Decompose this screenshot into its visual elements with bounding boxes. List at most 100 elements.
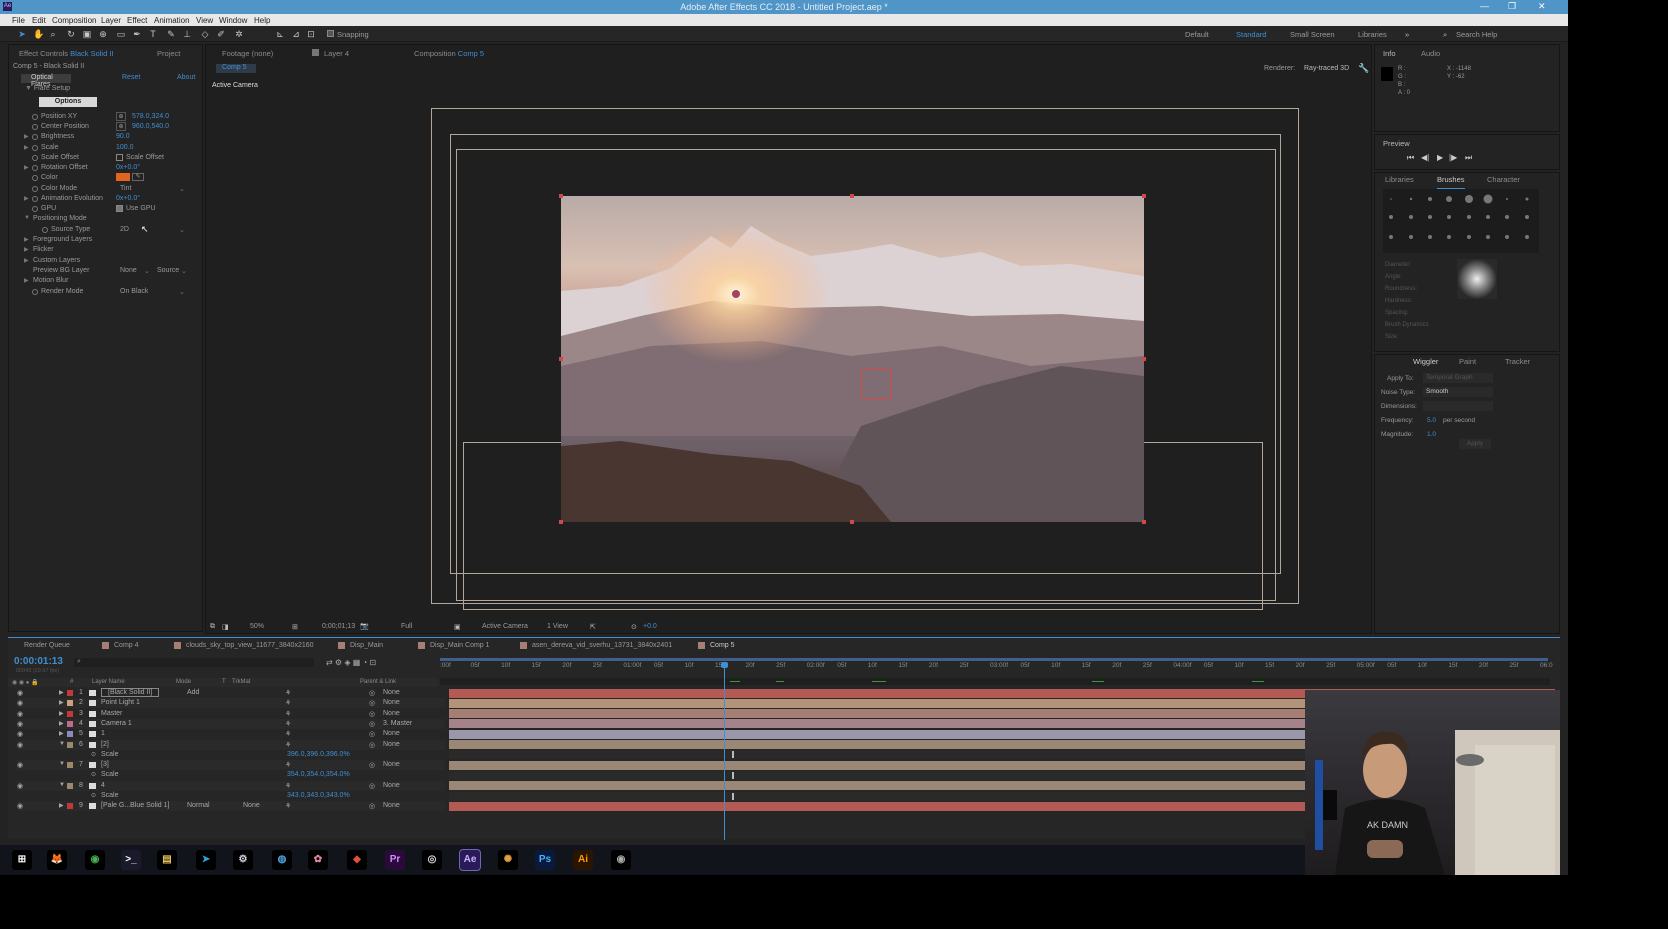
reset-link[interactable]: Reset (122, 74, 140, 81)
taskbar-after-effects-icon[interactable]: Ae (459, 849, 481, 871)
label-color-swatch[interactable] (67, 720, 73, 727)
taskbar-steam-alt-icon[interactable]: ◉ (611, 850, 631, 870)
taskbar-chrome-icon[interactable]: ◉ (85, 850, 105, 870)
rotate-tool-icon[interactable]: ↻ (66, 29, 76, 39)
stopwatch-icon[interactable] (32, 134, 38, 140)
taskbar-windows-start-icon[interactable]: ⊞ (12, 850, 32, 870)
blend-mode-select[interactable]: Add (187, 689, 199, 696)
pickwhip-icon[interactable]: ◎ (369, 782, 375, 790)
label-color-swatch[interactable] (67, 741, 73, 748)
parent-select[interactable]: None (383, 741, 400, 748)
chevron-down-icon[interactable]: ⌄ (144, 267, 150, 275)
stopwatch-icon[interactable] (32, 206, 38, 212)
roi-icon[interactable]: ▣ (454, 623, 461, 631)
menu-composition[interactable]: Composition (52, 16, 96, 25)
expand-arrow-icon[interactable]: ▶ (24, 277, 29, 284)
timeline-property-row[interactable]: ⊙ Scale 354.0,354.0,354.0% (17, 770, 445, 781)
chevron-down-icon[interactable]: ⌄ (179, 185, 185, 193)
parent-select[interactable]: None (383, 782, 400, 789)
label-color-swatch[interactable] (67, 731, 73, 738)
puppet-tool-icon[interactable]: ✲ (234, 29, 244, 39)
layer-name[interactable]: [2] (101, 741, 109, 748)
switches-icon[interactable]: ⚘ (285, 710, 291, 718)
preview-source-select[interactable]: Source (157, 267, 179, 274)
rectangle-tool-icon[interactable]: ▭ (116, 29, 126, 39)
label-color-swatch[interactable] (67, 803, 73, 810)
color-swatch[interactable] (116, 173, 130, 181)
layer-name[interactable]: 1 (101, 730, 105, 737)
twirl-arrow-icon[interactable]: ▶ (59, 720, 64, 727)
taskbar-premiere-icon[interactable]: Pr (385, 850, 405, 870)
effect-name[interactable]: Optical Flares (21, 74, 71, 88)
world-axis-icon[interactable]: ⊿ (291, 29, 301, 39)
property-track[interactable] (449, 750, 1313, 760)
ec-row-preview-bg-layer[interactable]: Preview BG Layer None ⌄ Source ⌄ (9, 266, 199, 276)
blend-mode-select[interactable]: Normal (187, 802, 210, 809)
pan-behind-tool-icon[interactable]: ⊕ (98, 29, 108, 39)
expand-arrow-icon[interactable]: ▶ (24, 164, 29, 171)
keyframe-icon[interactable] (732, 771, 734, 779)
eye-icon[interactable]: ◉ (17, 802, 23, 810)
ec-row-color-mode[interactable]: Color Mode Tint ⌄ (9, 184, 199, 194)
roto-brush-tool-icon[interactable]: ✐ (216, 29, 226, 39)
first-frame-button[interactable]: ⏮ (1407, 153, 1414, 163)
ec-row-custom-layers[interactable]: ▶ Custom Layers (9, 256, 199, 266)
eye-icon[interactable]: ◉ (17, 689, 23, 697)
timeline-switch-icons[interactable]: ⇄ ⚙ ◈ ▦ ◔ ⊡ (326, 658, 376, 667)
parent-select[interactable]: None (383, 761, 400, 768)
property-value[interactable]: 343.0,343.0,343.0% (287, 792, 350, 799)
timeline-layer-row[interactable]: ◉ ▶ 9 [Pale G...Blue Solid 1] Normal None ⚘ ◎ No… (17, 801, 445, 812)
twirl-arrow-icon[interactable]: ▶ (59, 699, 64, 706)
frequency-value[interactable]: 5.0 (1427, 417, 1436, 424)
switches-icon[interactable]: ⚘ (285, 720, 291, 728)
stopwatch-icon[interactable] (32, 165, 38, 171)
stopwatch-icon[interactable] (32, 124, 38, 130)
layer-duration-bar[interactable] (449, 709, 1313, 719)
timeline-layer-row[interactable]: ◉ ▶ 4 Camera 1 ⚘ ◎ 3. Master (17, 718, 445, 729)
eye-icon[interactable]: ◉ (17, 741, 23, 749)
switches-icon[interactable]: ⚘ (285, 699, 291, 707)
ec-row-positioning-mode[interactable]: ▼ Positioning Mode (9, 214, 199, 224)
layer-name[interactable]: Master (101, 710, 122, 717)
stopwatch-icon[interactable] (42, 227, 48, 233)
hand-tool-icon[interactable]: ✋ (33, 29, 44, 39)
tab-asen-dereva[interactable]: asen_dereva_vid_sverhu_13731_3840x2401 (532, 642, 672, 649)
selection-tool-icon[interactable]: ➤ (17, 29, 27, 39)
brush-tool-icon[interactable]: ✎ (166, 29, 176, 39)
timeline-search-input[interactable]: ⌕ (74, 658, 314, 667)
switches-icon[interactable]: ⚘ (285, 782, 291, 790)
layer-handle-bl[interactable] (559, 520, 563, 524)
parent-select[interactable]: None (383, 699, 400, 706)
taskbar-steam-icon[interactable]: ⚙ (233, 850, 253, 870)
info-tab[interactable]: Info (1383, 49, 1396, 63)
zoom-select[interactable]: 50% (250, 623, 264, 630)
comp-breadcrumb[interactable]: Comp 5 (216, 64, 256, 73)
expand-arrow-icon[interactable]: ▶ (24, 195, 29, 202)
ec-row-foreground-layers[interactable]: ▶ Foreground Layers (9, 235, 199, 245)
project-tab[interactable]: Project (157, 49, 180, 63)
parent-select[interactable]: None (383, 730, 400, 737)
layer-handle-tr[interactable] (1142, 194, 1146, 198)
keyframe-icon[interactable] (732, 751, 734, 759)
menu-file[interactable]: File (12, 16, 25, 25)
expand-arrow-icon[interactable]: ▶ (24, 257, 29, 264)
use-gpu-checkbox[interactable] (116, 205, 123, 212)
twirl-arrow-icon[interactable]: ▶ (59, 730, 64, 737)
twirl-arrow-icon[interactable]: ▼ (59, 741, 65, 747)
timeline-layer-row[interactable]: ◉ ▼ 7 [3] ⚘ ◎ None (17, 760, 445, 771)
ec-row-rotation-offset[interactable]: ▶ Rotation Offset 0x+0.0° (9, 163, 199, 173)
parent-select[interactable]: None (383, 802, 400, 809)
pickwhip-icon[interactable]: ◎ (369, 730, 375, 738)
taskbar-browser-icon[interactable]: ◍ (272, 850, 292, 870)
switches-icon[interactable]: ⚘ (285, 761, 291, 769)
mask-visibility-icon[interactable]: ◨ (222, 623, 229, 631)
timeline-property-row[interactable]: ⊙ Scale 396.0,396.0,396.0% (17, 749, 445, 760)
wrench-icon[interactable]: 🔧 (1358, 63, 1369, 74)
ec-row-scale[interactable]: ▶ Scale 100.0 (9, 143, 199, 153)
minimize-button[interactable]: — (1480, 1, 1489, 11)
effect-controls-tab[interactable]: Effect Controls Black Solid II (19, 49, 114, 63)
tab-disp-main[interactable]: Disp_Main (350, 642, 383, 649)
stopwatch-icon[interactable]: ⊙ (91, 771, 96, 778)
current-time-indicator[interactable] (724, 664, 725, 840)
playhead-handle[interactable] (721, 662, 728, 668)
